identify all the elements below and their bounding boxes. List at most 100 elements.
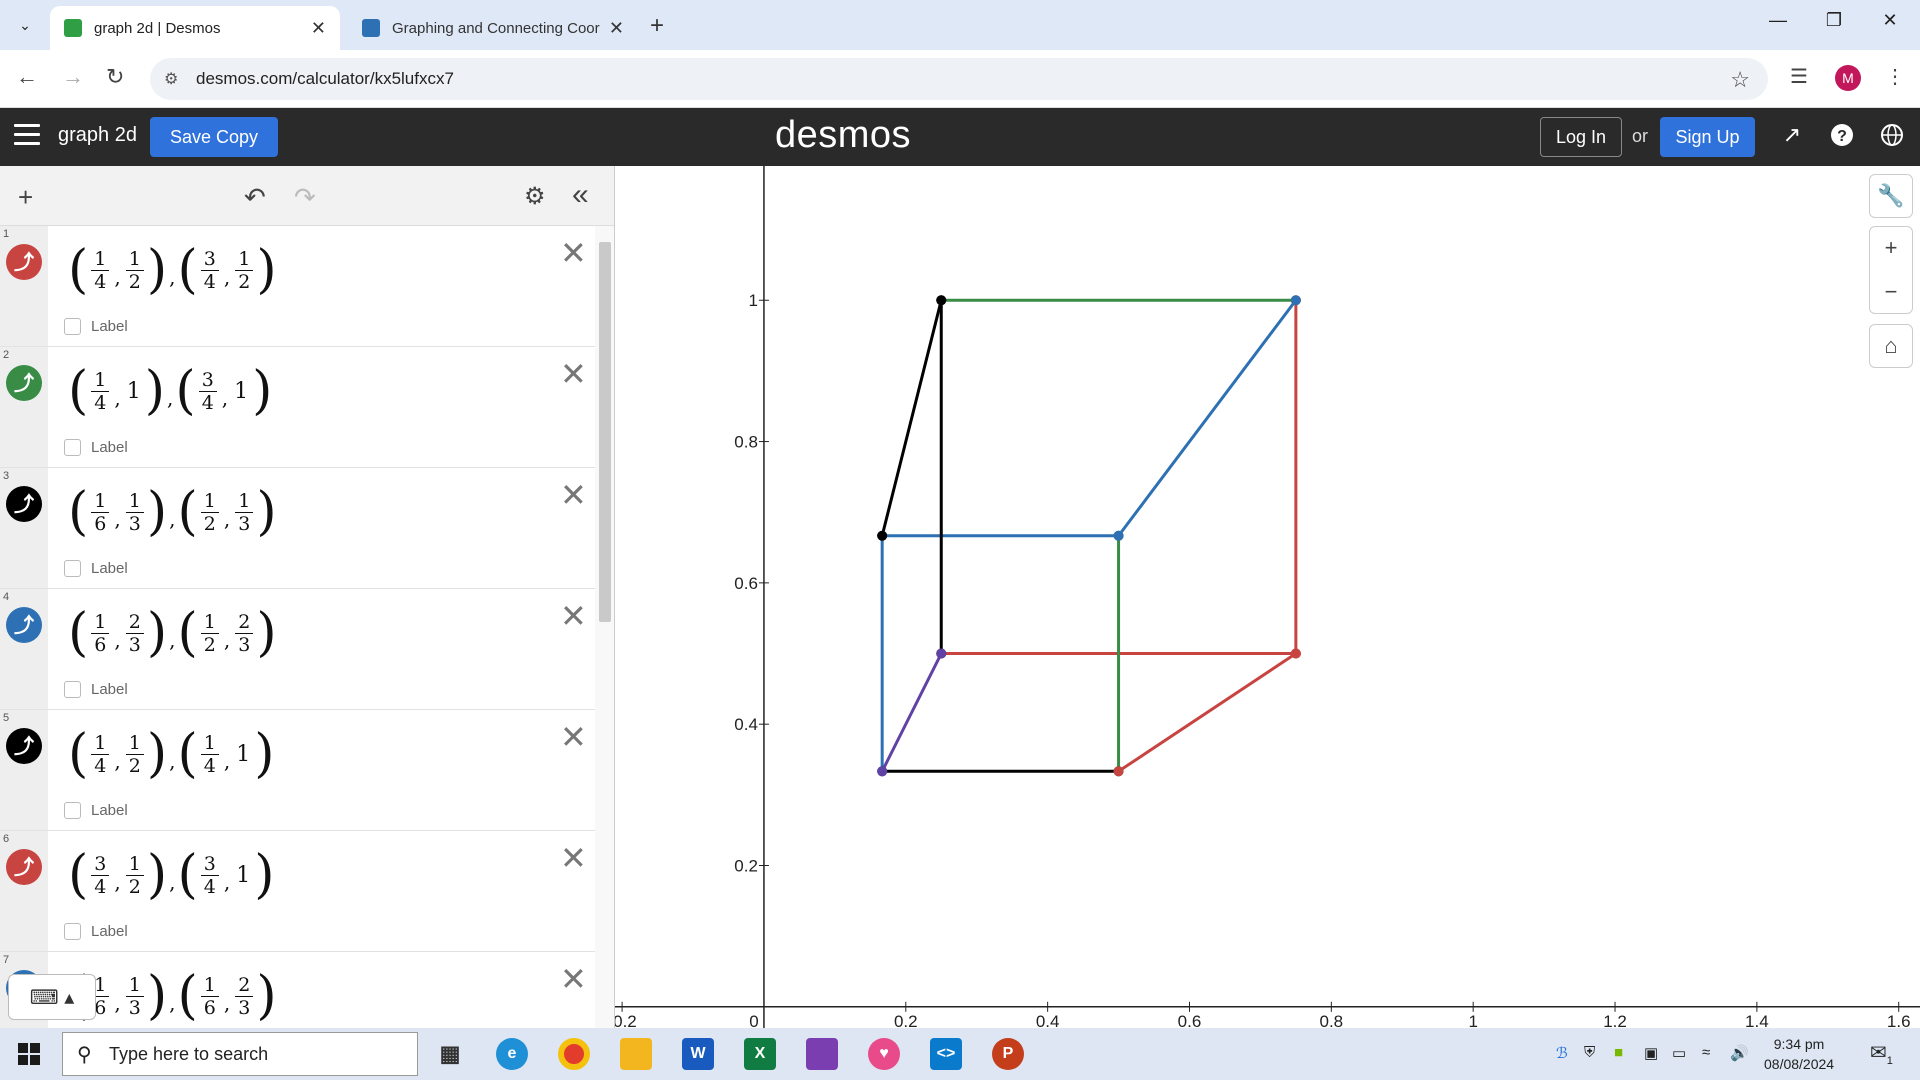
delete-expression-icon[interactable]: ✕ <box>560 597 587 635</box>
graph-settings-wrench-icon[interactable]: 🔧 <box>1869 174 1913 218</box>
point-style-icon[interactable]: ⤴ <box>6 607 42 643</box>
point-style-icon[interactable]: ⤴ <box>6 728 42 764</box>
wifi-icon[interactable]: ≈ <box>1702 1044 1710 1061</box>
default-viewport-home-icon[interactable]: ⌂ <box>1869 324 1913 368</box>
expression-row[interactable]: 5 ⤴(1 4, 1 2),(1 4, 1) Label ✕ <box>0 710 595 831</box>
vscode-icon[interactable]: <> <box>930 1038 962 1070</box>
heart-app-icon[interactable]: ♥ <box>868 1038 900 1070</box>
share-icon[interactable]: ↗ <box>1778 122 1806 150</box>
delete-expression-icon[interactable]: ✕ <box>560 234 587 272</box>
zoom-out-icon[interactable]: − <box>1885 270 1898 314</box>
expression-row[interactable]: 1 ⤴(1 4, 1 2),(3 4, 1 2) Label ✕ <box>0 226 595 347</box>
expression-row[interactable]: 4 ⤴(1 6, 2 3),(1 2, 2 3) Label ✕ <box>0 589 595 710</box>
expression-math-input[interactable]: (16,13),(16,23) <box>68 970 277 1022</box>
edge-icon[interactable]: e <box>496 1038 528 1070</box>
back-icon[interactable]: ← <box>16 64 38 90</box>
label-checkbox[interactable] <box>64 560 81 577</box>
system-clock[interactable]: 9:34 pm 08/08/2024 <box>1764 1034 1834 1074</box>
point-style-icon[interactable]: ⤴ <box>6 486 42 522</box>
volume-icon[interactable]: 🔊 <box>1730 1044 1749 1062</box>
point-style-icon[interactable]: ⤴ <box>6 244 42 280</box>
tab-graphing[interactable]: Graphing and Connecting Coor ✕ <box>348 6 638 50</box>
language-globe-icon[interactable] <box>1878 122 1906 150</box>
delete-expression-icon[interactable]: ✕ <box>560 476 587 514</box>
file-explorer-icon[interactable] <box>620 1038 652 1070</box>
expression-math-input[interactable]: (1 6, 2 3),(1 2, 2 3) <box>68 607 277 659</box>
graph-title[interactable]: graph 2d <box>58 124 137 147</box>
undo-icon[interactable]: ↶ <box>244 182 266 213</box>
windows-start-icon[interactable] <box>18 1043 40 1065</box>
close-tab-icon[interactable]: ✕ <box>609 18 624 39</box>
close-window-icon[interactable]: ✕ <box>1870 10 1910 31</box>
battery-icon[interactable]: ▭ <box>1672 1044 1686 1062</box>
delete-expression-icon[interactable]: ✕ <box>560 960 587 998</box>
task-view-icon[interactable]: ▦ <box>434 1038 466 1070</box>
expression-row[interactable]: 2 ⤴(1 4, 1),(3 4, 1) Label ✕ <box>0 347 595 468</box>
forward-icon[interactable]: → <box>62 64 84 90</box>
nvidia-icon[interactable]: ■ <box>1614 1044 1623 1061</box>
media-control-icon[interactable]: ☰ <box>1790 64 1808 89</box>
keypad-toggle-button[interactable]: ⌨ ▴ <box>8 974 96 1020</box>
graph-paper[interactable]: -0.2 0 0.2 0.4 0.6 0.8 1 1.2 1.4 1.6 0.2 0.4 0.6 0.8 1… <box>615 166 1920 1028</box>
tab-search-icon[interactable]: ⌄ <box>10 10 40 40</box>
expression-math-input[interactable]: (3 4, 1 2),(3 4, 1) <box>68 849 275 901</box>
reload-icon[interactable]: ↻ <box>106 64 124 90</box>
delete-expression-icon[interactable]: ✕ <box>560 355 587 393</box>
settings-gear-icon[interactable]: ⚙ <box>524 182 546 211</box>
excel-icon[interactable]: X <box>744 1038 776 1070</box>
expression-math-input[interactable]: (1 4, 1 2),(1 4, 1) <box>68 728 275 780</box>
save-copy-button[interactable]: Save Copy <box>150 117 278 157</box>
expression-row[interactable]: 3 ⤴ (1 6, 1 3),(1 2, 1 3) Label ✕ <box>0 468 595 589</box>
new-tab-icon[interactable]: + <box>650 12 664 40</box>
scrollbar-thumb[interactable] <box>599 242 611 622</box>
label-toggle[interactable]: Label <box>64 681 128 698</box>
bookmark-star-icon[interactable]: ☆ <box>1730 67 1750 93</box>
label-toggle[interactable]: Label <box>64 923 128 940</box>
notifications-icon[interactable]: ✉1 <box>1870 1040 1893 1067</box>
chrome-icon[interactable] <box>558 1038 590 1070</box>
log-in-button[interactable]: Log In <box>1540 117 1622 157</box>
label-checkbox[interactable] <box>64 681 81 698</box>
expression-row[interactable]: 6 ⤴(3 4, 1 2),(3 4, 1) Label ✕ <box>0 831 595 952</box>
label-checkbox[interactable] <box>64 923 81 940</box>
word-icon[interactable]: W <box>682 1038 714 1070</box>
label-checkbox[interactable] <box>64 439 81 456</box>
expression-scrollbar[interactable] <box>595 226 614 1028</box>
taskbar-search-input[interactable]: ⚲ Type here to search <box>62 1032 418 1076</box>
hamburger-menu-icon[interactable] <box>14 124 40 151</box>
close-tab-icon[interactable]: ✕ <box>311 18 326 39</box>
label-toggle[interactable]: Label <box>64 802 128 819</box>
help-icon[interactable]: ? <box>1828 122 1856 150</box>
label-toggle[interactable]: Label <box>64 560 128 577</box>
label-checkbox[interactable] <box>64 802 81 819</box>
point-style-icon[interactable]: ⤴ <box>6 365 42 401</box>
profile-avatar[interactable]: M <box>1835 65 1861 91</box>
expression-math-input[interactable]: (1 4, 1),(3 4, 1) <box>68 365 272 417</box>
bluetooth-icon[interactable]: ℬ <box>1556 1044 1568 1062</box>
label-checkbox[interactable] <box>64 318 81 335</box>
expression-math-input[interactable]: (1 6, 1 3),(1 2, 1 3) <box>68 486 277 538</box>
tab-desmos[interactable]: graph 2d | Desmos ✕ <box>50 6 340 50</box>
meet-icon[interactable]: ▣ <box>1644 1044 1658 1062</box>
powerpoint-icon[interactable]: P <box>992 1038 1024 1070</box>
delete-expression-icon[interactable]: ✕ <box>560 839 587 877</box>
url-input[interactable]: ⚙ desmos.com/calculator/kx5lufxcx7 ☆ <box>150 58 1768 100</box>
point-style-icon[interactable]: ⤴ <box>6 849 42 885</box>
label-toggle[interactable]: Label <box>64 318 128 335</box>
zoom-in-icon[interactable]: + <box>1885 226 1898 270</box>
delete-expression-icon[interactable]: ✕ <box>560 718 587 756</box>
collapse-panel-icon[interactable]: « <box>572 178 589 212</box>
add-item-icon[interactable]: + <box>18 182 33 213</box>
site-info-icon[interactable]: ⚙ <box>164 69 178 89</box>
label-toggle[interactable]: Label <box>64 439 128 456</box>
browser-menu-icon[interactable]: ⋮ <box>1885 64 1905 89</box>
restore-icon[interactable]: ❐ <box>1814 10 1854 31</box>
graph-canvas[interactable]: -0.2 0 0.2 0.4 0.6 0.8 1 1.2 1.4 1.6 0.2 0.4 0.6 0.8 1 <box>615 166 1920 1028</box>
denominator: 3 <box>128 512 141 535</box>
minimize-icon[interactable]: — <box>1758 10 1798 31</box>
security-shield-icon[interactable]: ⛨ <box>1584 1044 1595 1061</box>
redo-icon[interactable]: ↷ <box>294 182 316 213</box>
expression-math-input[interactable]: (1 4, 1 2),(3 4, 1 2) <box>68 244 277 296</box>
app-grid-icon[interactable] <box>806 1038 838 1070</box>
sign-up-button[interactable]: Sign Up <box>1660 117 1755 157</box>
